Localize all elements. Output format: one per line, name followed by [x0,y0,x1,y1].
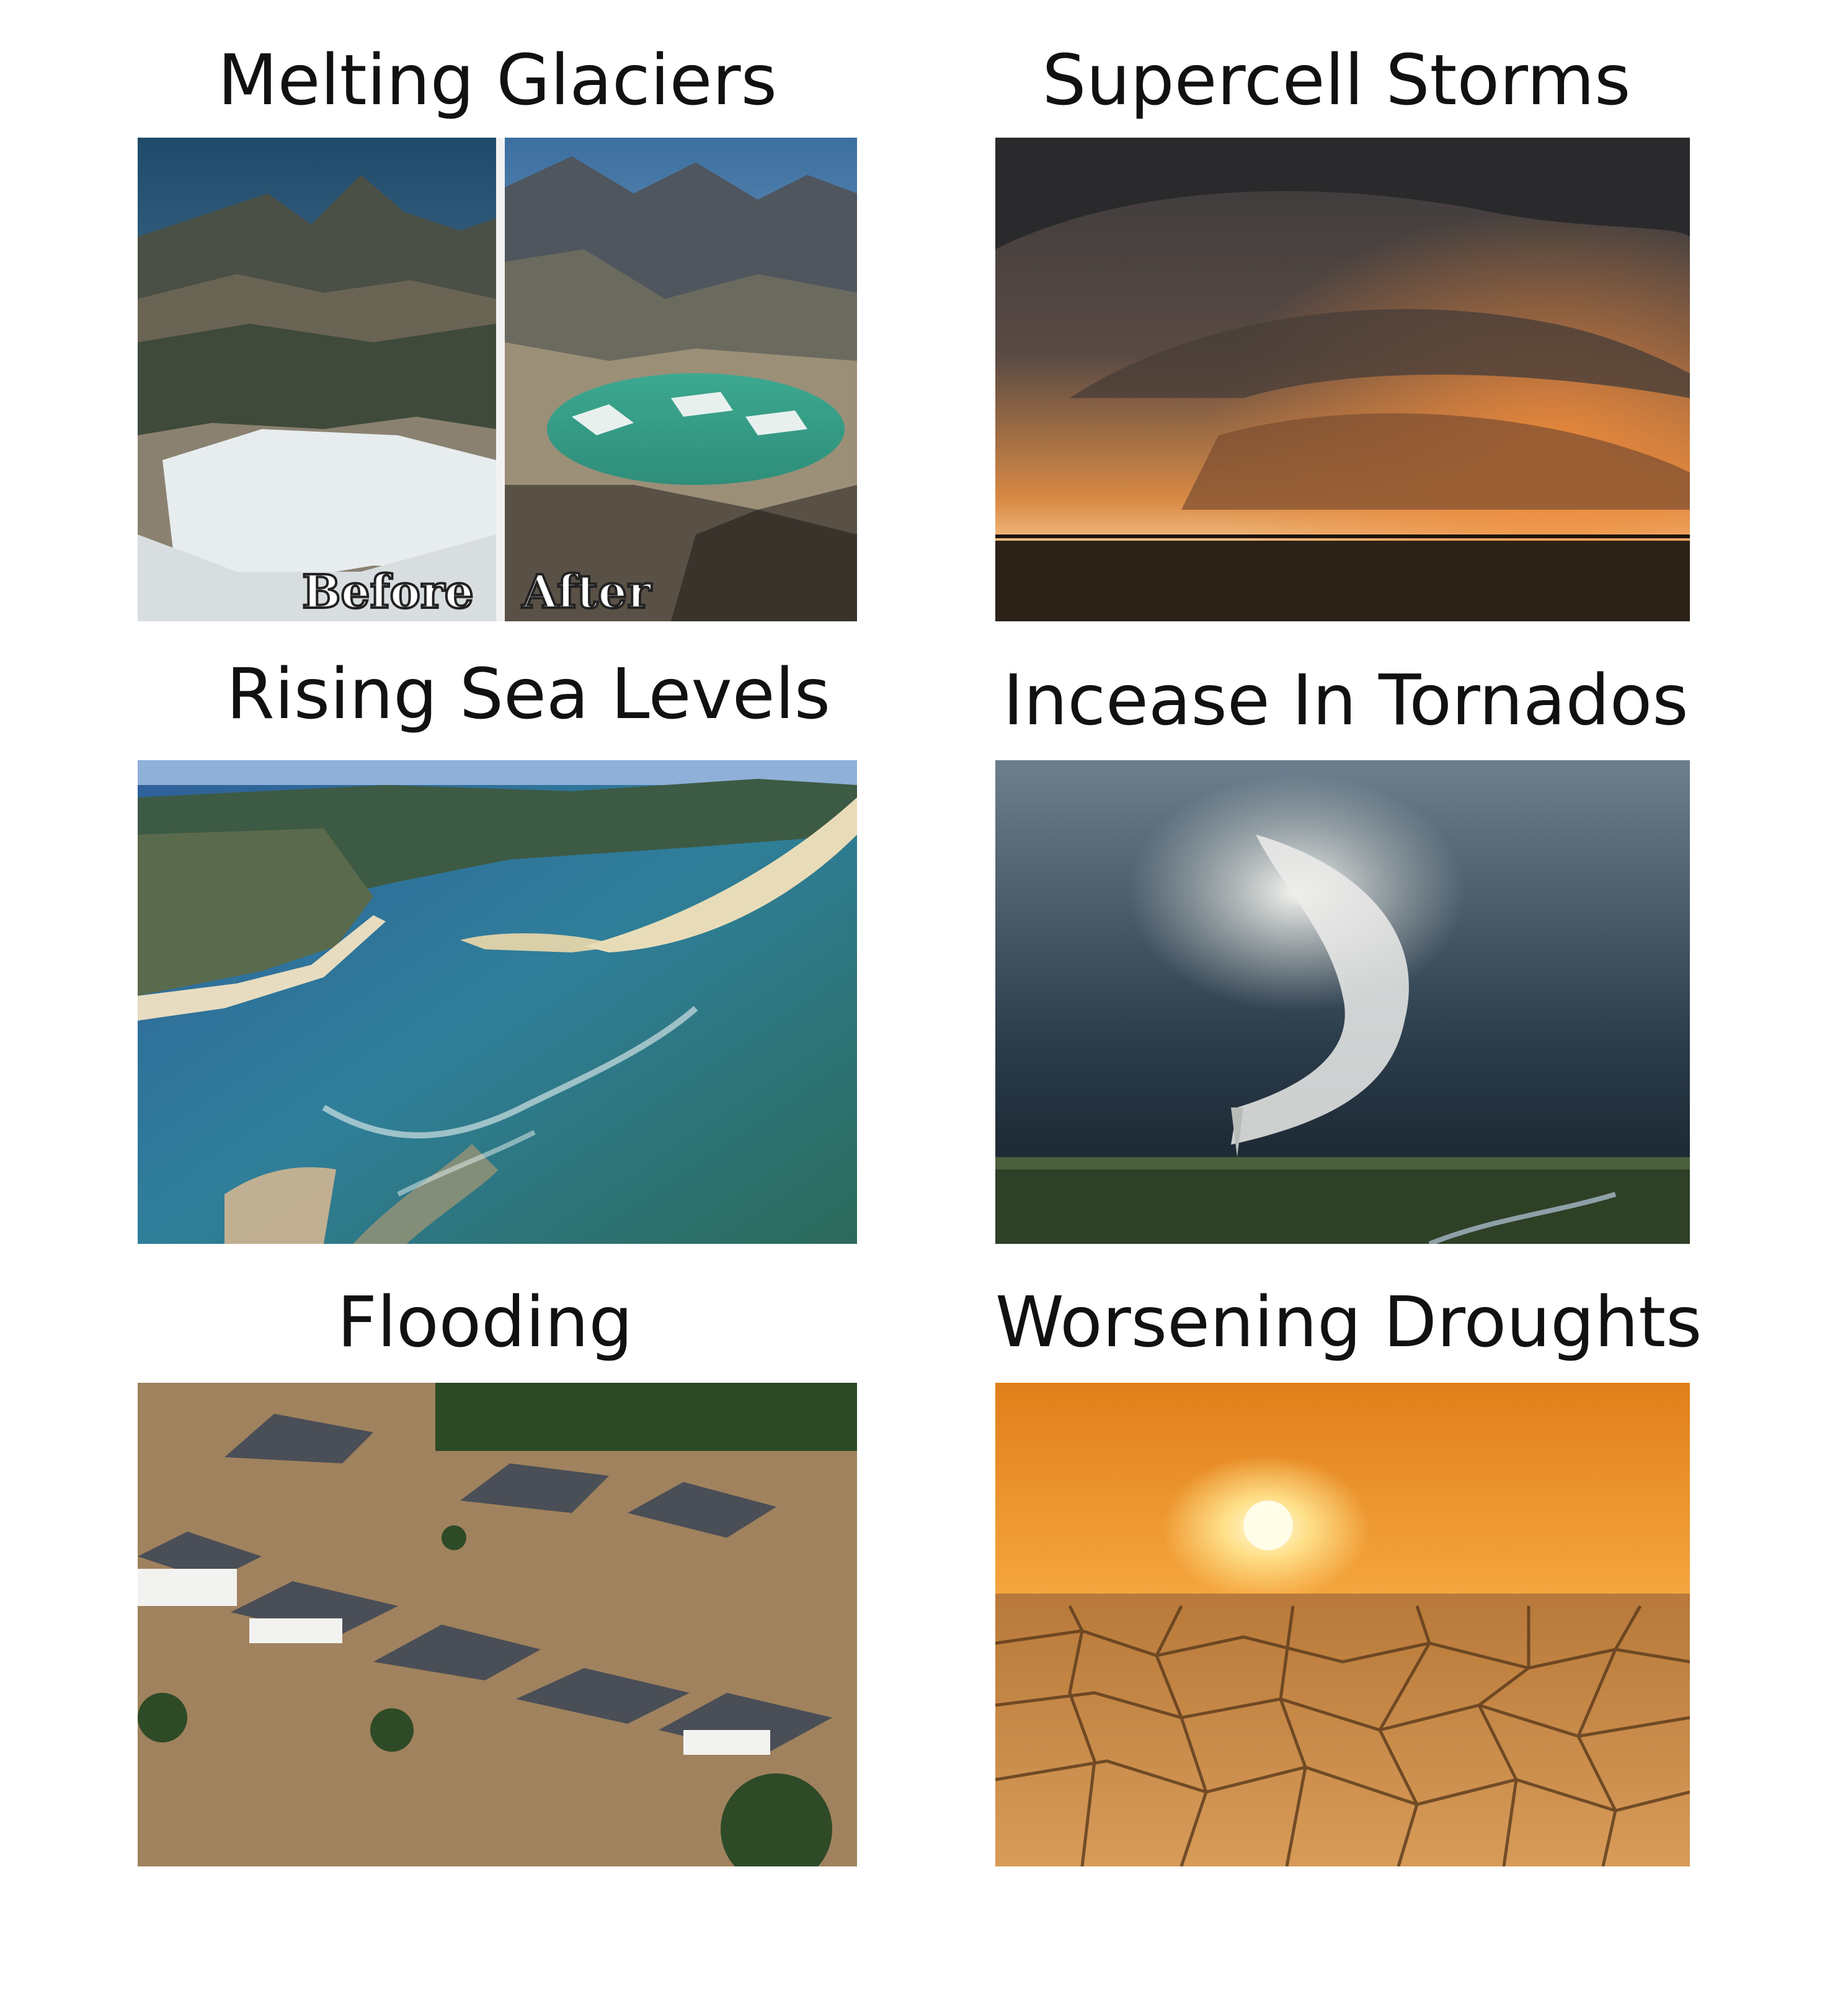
caption-supercell-storms: Supercell Storms [1042,40,1631,121]
caption-melting-glaciers: Melting Glaciers [218,40,777,121]
caption-rising-sea-levels: Rising Sea Levels [226,654,831,735]
before-label: Before [302,566,474,619]
caption-tornados: Incease In Tornados [1003,660,1689,741]
flooded-houses-photo [138,1383,857,1866]
drought-cracked-earth-photo [995,1383,1690,1866]
coastline-aerial-photo [138,760,857,1244]
supercell-storm-photo [995,138,1690,621]
glacier-before-after-photo: Before After [138,138,857,621]
caption-worsening-droughts: Worsening Droughts [995,1282,1702,1363]
caption-flooding: Flooding [337,1282,633,1363]
after-label: After [522,566,652,619]
tornado-photo [995,760,1690,1244]
